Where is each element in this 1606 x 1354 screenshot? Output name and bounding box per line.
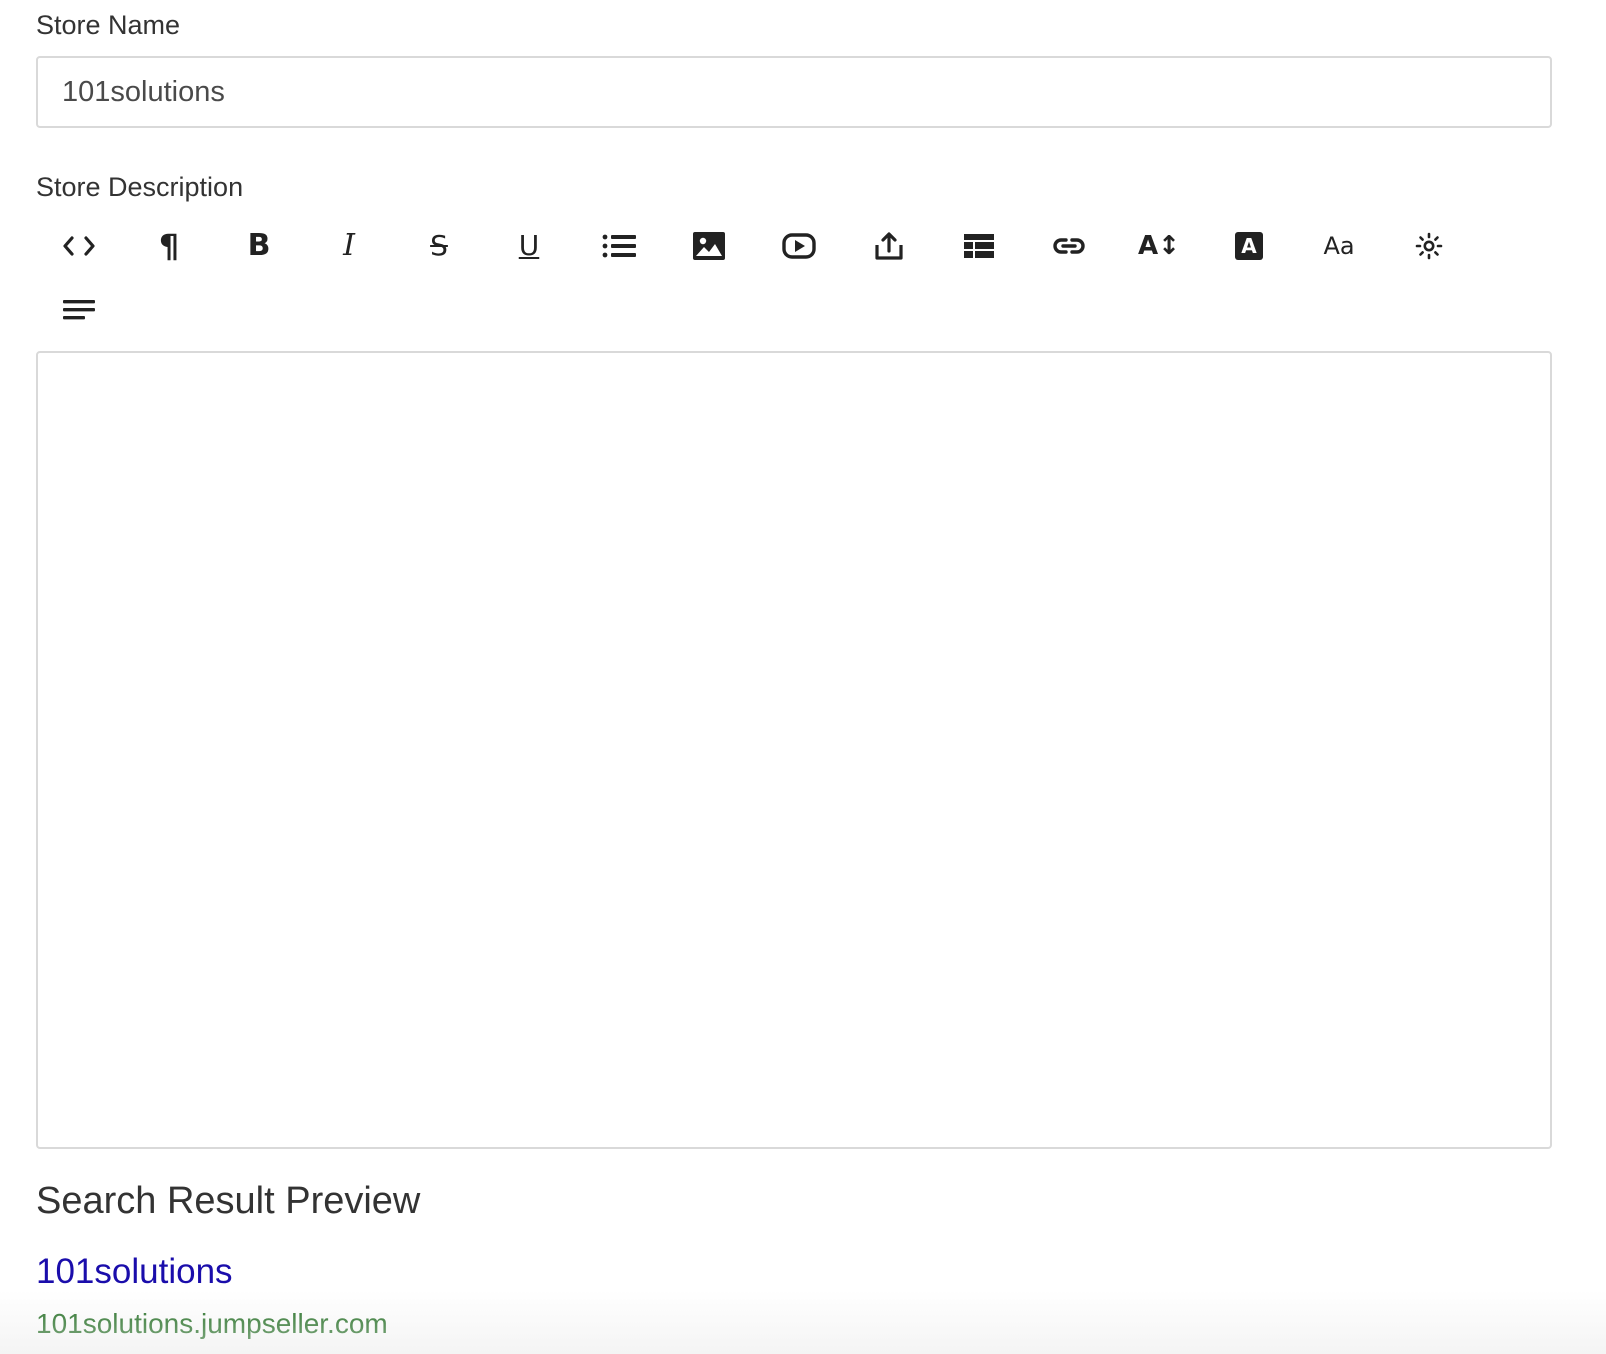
strikethrough-icon: S [430, 229, 448, 262]
search-preview-url: 101solutions.jumpseller.com [36, 1308, 388, 1339]
strikethrough-button[interactable]: S [396, 216, 482, 276]
link-icon [1052, 236, 1086, 256]
clear-format-button[interactable] [1386, 216, 1472, 276]
upload-button[interactable] [846, 216, 932, 276]
image-icon [693, 232, 725, 260]
clear-format-icon [1415, 232, 1443, 260]
italic-icon: I [343, 228, 355, 263]
description-editor[interactable] [36, 351, 1552, 1149]
list-button[interactable] [576, 216, 662, 276]
store-settings-page: Store Name Store Description ¶ B I S U [0, 0, 1606, 1354]
search-preview-heading: Search Result Preview [36, 1180, 421, 1222]
list-icon [602, 233, 636, 259]
paragraph-icon: ¶ [158, 227, 180, 265]
font-size-icon: A↕ [1138, 231, 1180, 261]
font-color-icon: A [1235, 232, 1263, 260]
font-family-icon: Aa [1323, 232, 1355, 260]
image-button[interactable] [666, 216, 752, 276]
video-icon [782, 233, 816, 259]
store-description-label: Store Description [36, 172, 244, 202]
font-family-button[interactable]: Aa [1296, 216, 1382, 276]
link-button[interactable] [1026, 216, 1112, 276]
store-name-input[interactable] [36, 56, 1552, 128]
font-size-button[interactable]: A↕ [1116, 216, 1202, 276]
html-code-icon [62, 235, 96, 257]
bold-icon: B [247, 228, 271, 263]
video-button[interactable] [756, 216, 842, 276]
underline-icon: U [518, 229, 540, 262]
store-name-label: Store Name [36, 10, 181, 40]
align-button[interactable] [36, 280, 122, 340]
table-icon [964, 234, 994, 258]
underline-button[interactable]: U [486, 216, 572, 276]
font-color-glyph: A [1241, 234, 1257, 258]
html-code-button[interactable] [36, 216, 122, 276]
paragraph-button[interactable]: ¶ [126, 216, 212, 276]
upload-icon [874, 231, 904, 261]
font-color-button[interactable]: A [1206, 216, 1292, 276]
editor-toolbar: ¶ B I S U A↕ A Aa [36, 216, 1552, 340]
search-preview-title[interactable]: 101solutions [36, 1252, 233, 1292]
bold-button[interactable]: B [216, 216, 302, 276]
table-button[interactable] [936, 216, 1022, 276]
align-icon [63, 299, 95, 321]
italic-button[interactable]: I [306, 216, 392, 276]
